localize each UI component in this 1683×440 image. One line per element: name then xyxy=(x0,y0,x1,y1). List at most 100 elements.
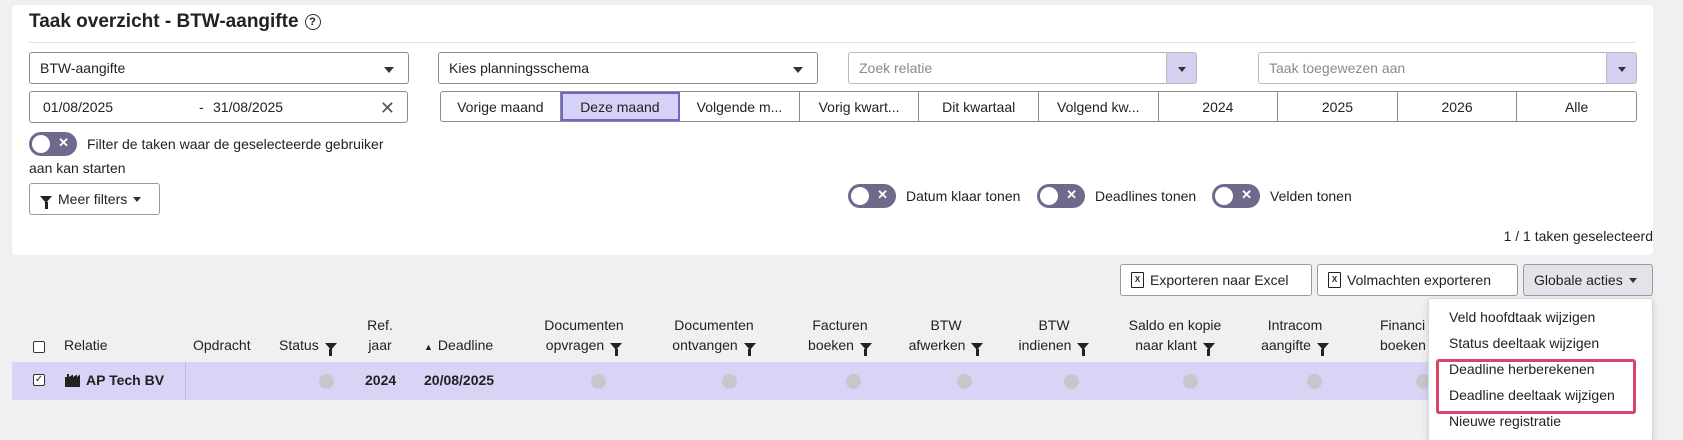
status-dot xyxy=(1307,374,1322,389)
user-filter-toggle[interactable]: ✕ xyxy=(29,132,77,156)
status-dot xyxy=(1183,374,1198,389)
status-dot xyxy=(846,374,861,389)
row-checkbox[interactable]: ✓ xyxy=(33,374,45,386)
close-icon: ✕ xyxy=(58,135,69,150)
toggle-knob xyxy=(32,135,50,153)
export-mandates-button[interactable]: X Volmachten exporteren xyxy=(1317,264,1518,296)
menu-item-veld-hoofdtaak[interactable]: Veld hoofdtaak wijzigen xyxy=(1449,309,1595,325)
deadlines-toggle[interactable]: ✕ xyxy=(1037,184,1085,208)
col-financ[interactable]: Financi boeken xyxy=(1380,315,1432,355)
caret-down-icon xyxy=(1628,277,1637,283)
chevron-down-icon xyxy=(384,67,394,73)
column-divider xyxy=(185,362,186,400)
select-all-checkbox[interactable] xyxy=(33,341,45,353)
more-filters-button[interactable]: Meer filters xyxy=(29,183,160,215)
period-2024[interactable]: 2024 xyxy=(1159,92,1279,121)
row-relatie[interactable]: AP Tech BV xyxy=(86,372,164,388)
col-doc-ontvangen[interactable]: Documenten ontvangen xyxy=(666,315,762,356)
filter-icon[interactable] xyxy=(1077,342,1090,356)
col-status[interactable]: Status xyxy=(279,335,337,356)
export-excel-label: Exporteren naar Excel xyxy=(1150,272,1289,288)
filter-icon[interactable] xyxy=(859,342,872,356)
export-excel-button[interactable]: X Exporteren naar Excel xyxy=(1120,264,1312,296)
toggle-knob xyxy=(1040,187,1058,205)
filter-icon[interactable] xyxy=(610,342,623,356)
page-title: Taak overzicht - BTW-aangifte ? xyxy=(29,11,321,33)
status-dot xyxy=(722,374,737,389)
factory-icon xyxy=(65,374,80,387)
col-opdracht[interactable]: Opdracht xyxy=(193,335,251,355)
col-doc-opvragen[interactable]: Documenten opvragen xyxy=(536,315,632,356)
excel-file-icon: X xyxy=(1328,272,1341,288)
toggle-knob xyxy=(1215,187,1233,205)
export-mandates-label: Volmachten exporteren xyxy=(1347,272,1491,288)
close-icon: ✕ xyxy=(877,187,888,202)
period-this-month[interactable]: Deze maand xyxy=(560,92,681,121)
selection-count: 1 / 1 taken geselecteerd xyxy=(1503,228,1653,244)
period-this-quarter[interactable]: Dit kwartaal xyxy=(919,92,1039,121)
relation-search-input[interactable] xyxy=(849,53,1166,83)
col-deadline[interactable]: ▲ Deadline xyxy=(424,335,493,357)
relation-search-combo[interactable] xyxy=(848,52,1197,84)
period-next-month[interactable]: Volgende m... xyxy=(680,92,800,121)
period-selector: Vorige maand Deze maand Volgende m... Vo… xyxy=(440,91,1637,122)
col-btw-afwerken[interactable]: BTW afwerken xyxy=(906,315,986,356)
period-all[interactable]: Alle xyxy=(1517,92,1636,121)
date-separator: - xyxy=(199,99,204,115)
table-row[interactable]: ✓ AP Tech BV 2024 20/08/2025 xyxy=(12,362,1653,400)
caret-down-icon xyxy=(133,196,142,202)
fields-toggle[interactable]: ✕ xyxy=(1212,184,1260,208)
menu-item-nieuwe-registratie[interactable]: Nieuwe registratie xyxy=(1449,413,1561,429)
col-facturen[interactable]: Facturen boeken xyxy=(800,315,880,356)
period-2026[interactable]: 2026 xyxy=(1398,92,1518,121)
period-prev-quarter[interactable]: Vorig kwart... xyxy=(800,92,920,121)
task-type-select[interactable]: BTW-aangifte xyxy=(29,52,409,84)
chevron-down-icon xyxy=(793,67,803,73)
filter-icon xyxy=(40,195,52,209)
date-ready-label: Datum klaar tonen xyxy=(906,188,1021,204)
user-filter-label-cont: aan kan starten xyxy=(29,160,126,176)
col-refjaar[interactable]: Ref. jaar xyxy=(365,315,395,355)
close-icon[interactable]: ✕ xyxy=(380,99,395,117)
fields-label: Velden tonen xyxy=(1270,188,1352,204)
filter-icon[interactable] xyxy=(1202,342,1215,356)
menu-item-status-deeltaak[interactable]: Status deeltaak wijzigen xyxy=(1449,335,1599,351)
filter-icon[interactable] xyxy=(1316,342,1329,356)
period-prev-month[interactable]: Vorige maand xyxy=(441,92,561,121)
status-dot xyxy=(591,374,606,389)
period-2025[interactable]: 2025 xyxy=(1278,92,1398,121)
assigned-dropdown-button[interactable] xyxy=(1606,53,1636,83)
date-to: 31/08/2025 xyxy=(213,99,284,115)
status-dot xyxy=(1064,374,1079,389)
status-dot xyxy=(957,374,972,389)
col-relatie[interactable]: Relatie xyxy=(64,335,108,355)
global-actions-button[interactable]: Globale acties xyxy=(1523,264,1653,296)
deadlines-label: Deadlines tonen xyxy=(1095,188,1197,204)
filter-icon[interactable] xyxy=(971,342,984,356)
more-filters-label: Meer filters xyxy=(58,191,128,207)
user-filter-label: Filter de taken waar de geselecteerde ge… xyxy=(87,136,384,152)
status-dot xyxy=(319,374,334,389)
col-saldo[interactable]: Saldo en kopie naar klant xyxy=(1125,315,1225,356)
relation-dropdown-button[interactable] xyxy=(1166,53,1196,83)
filter-panel: Taak overzicht - BTW-aangifte ? xyxy=(12,5,1653,255)
assigned-to-input[interactable] xyxy=(1259,53,1606,83)
filter-icon[interactable] xyxy=(324,342,337,356)
row-ref-jaar: 2024 xyxy=(365,372,397,388)
date-range-input[interactable]: 01/08/2025 - 31/08/2025 ✕ xyxy=(29,91,408,123)
excel-file-icon: X xyxy=(1131,272,1144,288)
col-btw-indienen[interactable]: BTW indienen xyxy=(1014,315,1094,356)
row-deadline[interactable]: 20/08/2025 xyxy=(424,372,494,388)
sort-asc-icon: ▲ xyxy=(424,342,433,352)
help-icon[interactable]: ? xyxy=(304,14,321,30)
filter-icon[interactable] xyxy=(743,342,756,356)
planning-schema-select[interactable]: Kies planningsschema xyxy=(438,52,818,84)
assigned-to-combo[interactable] xyxy=(1258,52,1637,84)
date-ready-toggle[interactable]: ✕ xyxy=(848,184,896,208)
period-next-quarter[interactable]: Volgend kw... xyxy=(1039,92,1159,121)
date-from: 01/08/2025 xyxy=(43,99,114,115)
highlight-box xyxy=(1436,359,1636,414)
col-intracom[interactable]: Intracom aangifte xyxy=(1255,315,1335,356)
page-title-text: Taak overzicht - BTW-aangifte xyxy=(29,11,299,32)
close-icon: ✕ xyxy=(1066,187,1077,202)
